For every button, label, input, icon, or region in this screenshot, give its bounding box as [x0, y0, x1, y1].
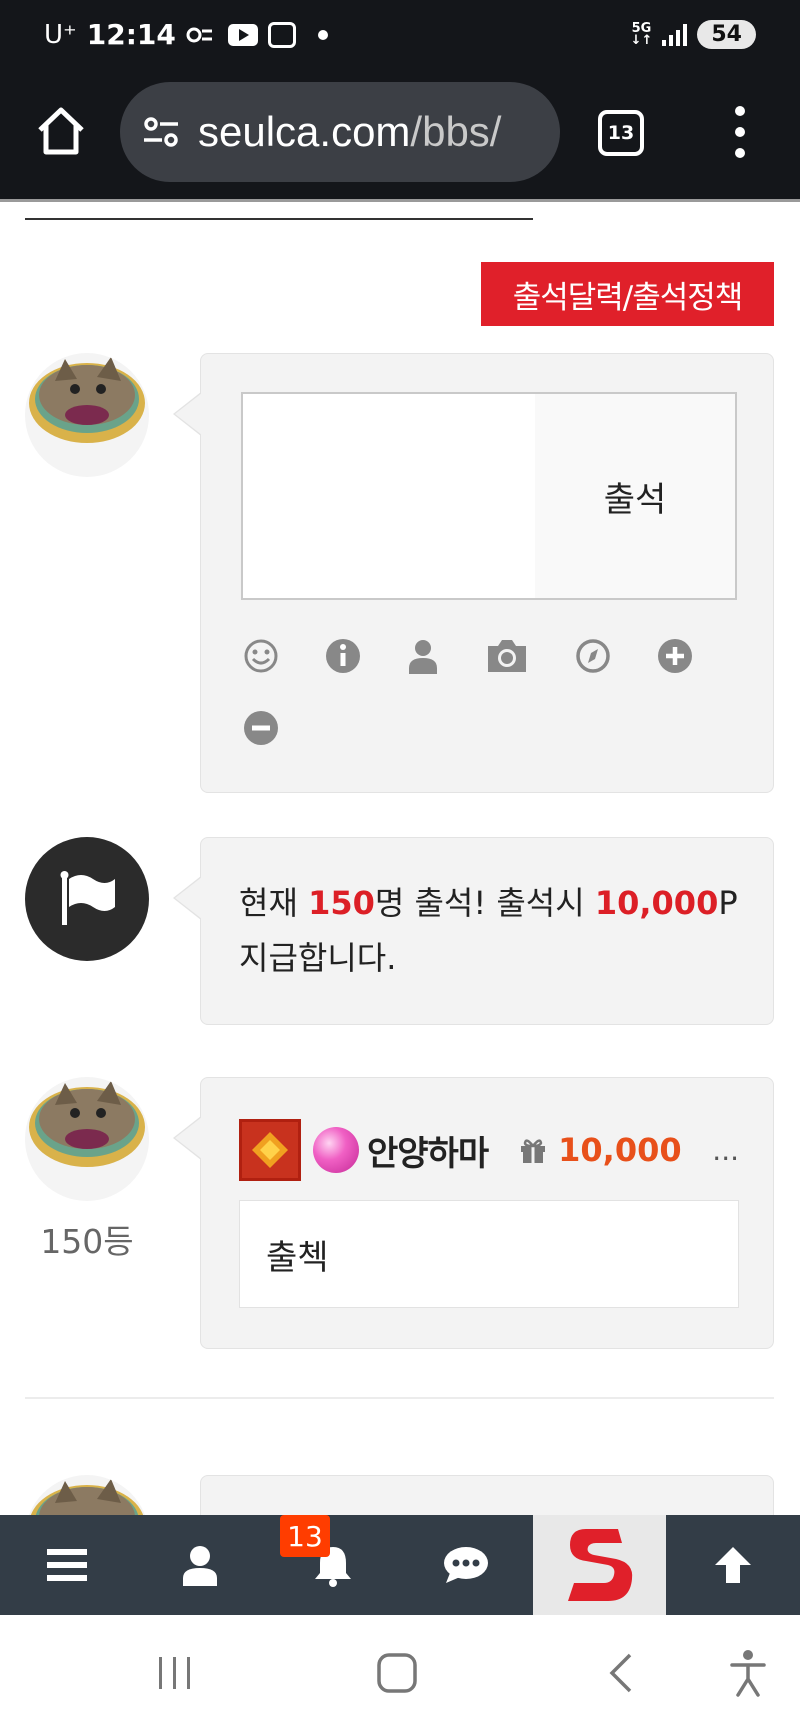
page-content: 출석달력/출석정책 출석 현재 150명 출석! 출석시 10,000P 지급합… — [0, 205, 800, 1515]
back-icon — [609, 1653, 632, 1693]
tab-switcher-button[interactable]: 13 — [598, 110, 644, 156]
home-nav-button[interactable] — [367, 1643, 427, 1703]
system-navigation-bar — [0, 1615, 800, 1734]
recent-apps-button[interactable] — [145, 1643, 205, 1703]
home-icon — [38, 107, 84, 155]
clock: 12:14 — [86, 18, 176, 51]
browser-toolbar: seulca.com/bbs/ 13 — [0, 76, 800, 202]
gift-icon — [521, 1139, 546, 1163]
flag-icon — [60, 871, 115, 925]
attendance-notice-card: 현재 150명 출석! 출석시 10,000P 지급합니다. — [173, 837, 774, 1025]
notification-dot-icon — [317, 29, 328, 40]
site-logo — [567, 1529, 632, 1601]
attendance-entry-card: 안양하마 10,000 ... 출첵 — [173, 1077, 774, 1349]
profile-button[interactable] — [133, 1515, 266, 1615]
avatar[interactable] — [25, 1077, 149, 1201]
attendance-policy-button[interactable]: 출석달력/출석정책 — [481, 262, 774, 326]
battery-indicator: 54 — [697, 20, 756, 49]
attend-submit-button[interactable]: 출석 — [535, 392, 737, 600]
arrow-up-icon — [714, 1547, 751, 1583]
cat-avatar-icon — [30, 1479, 144, 1515]
url-text: seulca.com/bbs/ — [198, 108, 502, 155]
notification-count-badge: 13 — [280, 1515, 330, 1557]
entry-points: 10,000 — [558, 1131, 682, 1169]
attendance-rank: 150등 — [40, 1222, 134, 1261]
attendance-form-card: 출석 — [173, 353, 774, 793]
chat-icon — [443, 1547, 488, 1583]
user-icon[interactable] — [403, 636, 443, 676]
menu-icon — [46, 1549, 87, 1581]
plus-icon[interactable] — [655, 636, 695, 676]
user-icon — [182, 1546, 217, 1586]
divider — [25, 218, 533, 220]
entry-header: 안양하마 10,000 ... — [239, 1118, 739, 1182]
entry-message: 출첵 — [239, 1200, 739, 1308]
smile-icon[interactable] — [241, 636, 281, 676]
network-icon: 5G ↓↑ — [630, 20, 653, 48]
attendance-entry-card — [173, 1475, 774, 1515]
accessibility-button[interactable] — [718, 1643, 778, 1703]
chat-button[interactable] — [399, 1515, 532, 1615]
home-nav-icon — [377, 1653, 417, 1693]
avatar[interactable] — [25, 353, 149, 477]
more-options-button[interactable] — [728, 106, 752, 158]
info-icon[interactable] — [323, 636, 363, 676]
bottom-nav — [0, 1515, 800, 1615]
scroll-top-button[interactable] — [666, 1515, 799, 1615]
home-button[interactable] — [34, 104, 88, 158]
recent-apps-icon — [159, 1657, 190, 1689]
entry-more-button[interactable]: ... — [712, 1134, 739, 1167]
entry-nickname[interactable]: 안양하마 — [367, 1126, 489, 1175]
back-button[interactable] — [592, 1643, 652, 1703]
youtube-icon — [227, 23, 258, 46]
gem-icon — [313, 1127, 359, 1173]
compass-icon[interactable] — [573, 636, 613, 676]
flag-avatar — [25, 837, 149, 961]
screenshot-icon — [267, 21, 296, 48]
comment-input[interactable] — [241, 392, 537, 600]
signal-icon — [662, 23, 688, 46]
site-settings-icon[interactable] — [140, 111, 182, 153]
divider — [25, 1397, 774, 1399]
accessibility-icon — [730, 1650, 766, 1697]
level-badge-icon — [239, 1119, 301, 1181]
address-bar[interactable]: seulca.com/bbs/ — [120, 82, 560, 182]
attendance-notice-text: 현재 150명 출석! 출석시 10,000P 지급합니다. — [239, 884, 738, 977]
link-icon — [186, 23, 218, 47]
cat-avatar-icon — [29, 1081, 145, 1167]
camera-icon[interactable] — [485, 636, 529, 676]
site-logo-button[interactable] — [533, 1515, 666, 1615]
status-bar: U⁺ 12:14 5G ↓↑ 54 — [0, 0, 800, 76]
cat-avatar-icon — [29, 357, 145, 443]
avatar[interactable] — [25, 1475, 149, 1515]
minus-icon[interactable] — [241, 708, 281, 748]
carrier-label: U⁺ — [44, 19, 77, 50]
menu-button[interactable] — [0, 1515, 133, 1615]
